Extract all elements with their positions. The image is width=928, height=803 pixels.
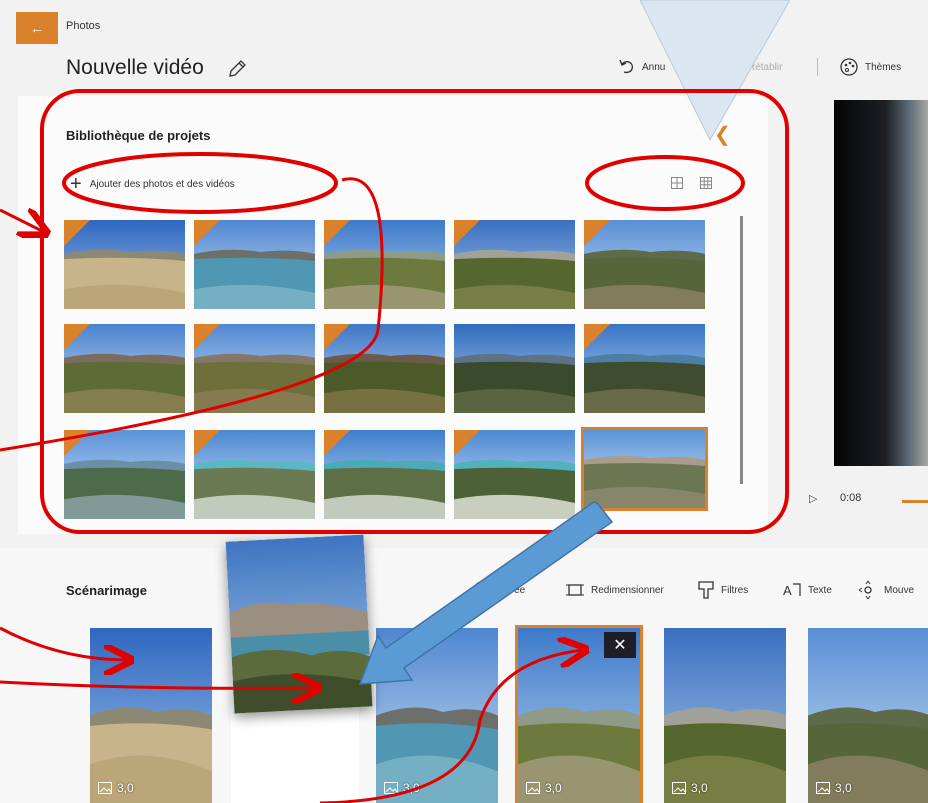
close-icon[interactable]: ✕: [604, 632, 636, 658]
image-icon: [526, 782, 540, 794]
card-duration: 3,0: [98, 781, 134, 795]
library-thumbnail[interactable]: [584, 324, 705, 413]
image-icon: [816, 782, 830, 794]
add-media-button[interactable]: + Ajouter des photos et des vidéos: [70, 174, 235, 194]
playback-time: 0:08: [840, 492, 862, 504]
motion-icon: [858, 580, 872, 600]
duration-value: 3,0: [545, 781, 562, 795]
card-duration: 3,0: [816, 781, 852, 795]
in-use-badge: [584, 324, 610, 350]
in-use-badge: [324, 220, 350, 246]
library-thumbnail[interactable]: [584, 430, 705, 508]
duration-value: 3,0: [117, 781, 134, 795]
library-thumbnail[interactable]: [324, 220, 445, 309]
pencil-icon[interactable]: [226, 58, 248, 80]
video-preview[interactable]: [834, 100, 928, 466]
in-use-badge: [64, 220, 90, 246]
storyboard-title: Scénarimage: [66, 583, 147, 598]
filters-button[interactable]: Filtres: [697, 580, 748, 600]
project-title[interactable]: Nouvelle vidéo: [66, 56, 204, 80]
storyboard-card[interactable]: 3,0: [808, 628, 928, 803]
in-use-badge: [194, 430, 220, 456]
storyboard-card[interactable]: 3,0: [90, 628, 212, 803]
library-thumbnail[interactable]: [454, 430, 575, 519]
duration-label: Durée: [498, 584, 526, 596]
library-thumbnail[interactable]: [454, 324, 575, 413]
duration-button[interactable]: Durée: [472, 580, 525, 600]
in-use-badge: [454, 430, 480, 456]
themes-button[interactable]: Thèmes: [839, 56, 901, 78]
in-use-badge: [194, 324, 220, 350]
filters-label: Filtres: [721, 584, 749, 596]
clock-icon: [473, 581, 491, 599]
back-button[interactable]: ←: [16, 12, 58, 44]
card-duration: 3,0: [384, 781, 420, 795]
text-icon: A: [783, 583, 801, 598]
in-use-badge: [194, 220, 220, 246]
playback-progress[interactable]: [902, 500, 928, 503]
in-use-badge: [454, 220, 480, 246]
text-label: Texte: [808, 584, 832, 596]
plus-icon: +: [70, 173, 82, 195]
card-duration: 3,0: [672, 781, 708, 795]
library-thumbnail[interactable]: [64, 430, 185, 519]
palette-icon: [840, 58, 858, 76]
themes-label: Thèmes: [865, 61, 902, 73]
motion-button[interactable]: Mouve: [858, 580, 914, 600]
library-thumbnail[interactable]: [194, 430, 315, 519]
dragged-photo[interactable]: [225, 534, 373, 714]
filter-icon: [698, 581, 714, 599]
in-use-badge: [64, 430, 90, 456]
in-use-badge: [324, 430, 350, 456]
resize-icon: [566, 584, 584, 596]
library-thumbnail[interactable]: [324, 430, 445, 519]
image-icon: [98, 782, 112, 794]
back-arrow-icon: ←: [30, 20, 44, 36]
svg-text:A: A: [783, 583, 792, 598]
in-use-badge: [64, 324, 90, 350]
card-duration: 3,0: [526, 781, 562, 795]
library-thumbnail[interactable]: [64, 324, 185, 413]
library-thumbnail[interactable]: [194, 324, 315, 413]
text-button[interactable]: A Texte: [782, 580, 832, 600]
small-grid-view-icon[interactable]: [699, 176, 713, 190]
duration-value: 3,0: [835, 781, 852, 795]
callout-pointer: [640, 0, 790, 142]
library-thumbnail[interactable]: [584, 220, 705, 309]
toolbar-divider: [817, 58, 818, 76]
library-thumbnail[interactable]: [324, 324, 445, 413]
library-thumbnail[interactable]: [64, 220, 185, 309]
library-scrollbar[interactable]: [740, 216, 743, 484]
large-grid-view-icon[interactable]: [670, 176, 684, 190]
storyboard-card[interactable]: 3,0 ✕: [518, 628, 640, 803]
library-thumbnail[interactable]: [194, 220, 315, 309]
storyboard-card[interactable]: 3,0: [376, 628, 498, 803]
app-name: Photos: [66, 20, 101, 32]
storyboard-card[interactable]: 3,0: [664, 628, 786, 803]
motion-label: Mouve: [884, 584, 915, 596]
undo-icon: [619, 59, 634, 74]
image-icon: [384, 782, 398, 794]
duration-value: 3,0: [403, 781, 420, 795]
image-icon: [672, 782, 686, 794]
library-title: Bibliothèque de projets: [66, 128, 211, 143]
in-use-badge: [324, 324, 350, 350]
play-icon[interactable]: ▷: [809, 492, 817, 505]
in-use-badge: [584, 220, 610, 246]
library-thumbnail[interactable]: [454, 220, 575, 309]
resize-label: Redimensionner: [591, 584, 664, 596]
duration-value: 3,0: [691, 781, 708, 795]
add-media-label: Ajouter des photos et des vidéos: [89, 178, 235, 190]
resize-button[interactable]: Redimensionner: [565, 580, 664, 600]
